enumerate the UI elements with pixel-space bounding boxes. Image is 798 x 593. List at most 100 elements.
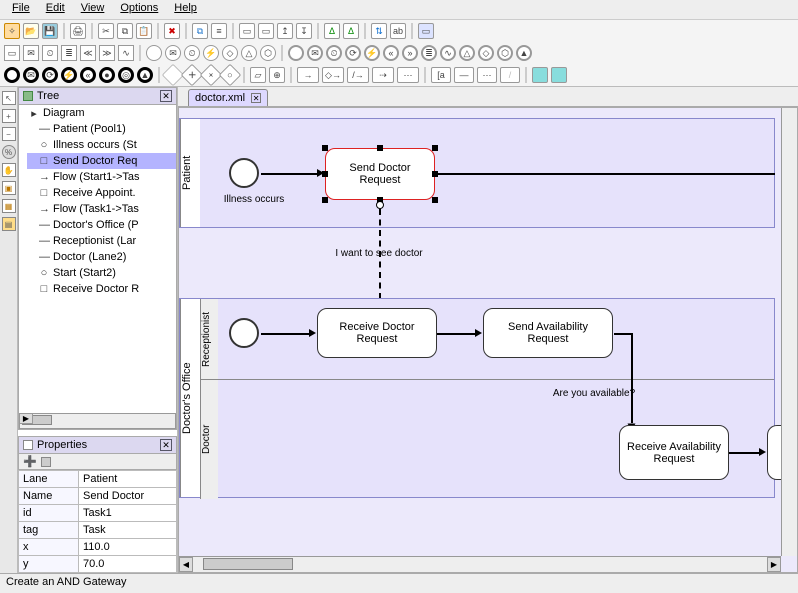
shape-ff-icon[interactable]: ≫ xyxy=(99,45,115,61)
fit-icon[interactable]: ▣ xyxy=(2,181,16,195)
resize-handle[interactable] xyxy=(377,145,383,151)
end-sig-icon[interactable]: ⟳ xyxy=(42,67,58,83)
close-icon[interactable]: ✕ xyxy=(160,439,172,451)
tree-root[interactable]: ▸Diagram xyxy=(27,105,176,121)
def-flow-icon[interactable]: /→ xyxy=(347,67,369,83)
sequence-flow[interactable] xyxy=(437,333,475,335)
pointer-icon[interactable]: ↖ xyxy=(2,91,16,105)
tree-item[interactable]: ○Illness occurs (St xyxy=(27,137,176,153)
mid-rew-icon[interactable]: « xyxy=(383,45,399,61)
cond-event-icon[interactable]: ◇ xyxy=(222,45,238,61)
hand-icon[interactable]: ✋ xyxy=(2,163,16,177)
msg-event-icon[interactable]: ✉ xyxy=(165,45,181,61)
mid-cond-icon[interactable]: ≣ xyxy=(421,45,437,61)
mid-event-icon[interactable] xyxy=(288,45,304,61)
canvas-scrollbar-h[interactable]: ◀ ▶ xyxy=(179,556,781,572)
msg-flow-icon[interactable]: ⇢ xyxy=(372,67,394,83)
start-event[interactable] xyxy=(229,318,259,348)
end-event-icon[interactable] xyxy=(4,67,20,83)
mid-hex-icon[interactable]: ⬡ xyxy=(497,45,513,61)
line1-icon[interactable]: — xyxy=(454,67,474,83)
mid-timer-icon[interactable]: ⏲ xyxy=(326,45,342,61)
diagram-canvas[interactable]: Patient Illness occurs Send Doctor Reque… xyxy=(178,107,798,573)
back-icon[interactable]: ↧ xyxy=(296,23,312,39)
tab-doctor[interactable]: doctor.xml ✕ xyxy=(188,89,268,106)
tree-scrollbar[interactable]: ◀ ▶ xyxy=(19,413,176,429)
mid-wave-icon[interactable]: ∿ xyxy=(440,45,456,61)
front-icon[interactable]: ↥ xyxy=(277,23,293,39)
sequence-flow[interactable] xyxy=(261,173,317,175)
menu-view[interactable]: View xyxy=(73,0,113,19)
scroll-right-icon[interactable]: ▶ xyxy=(19,413,33,424)
end-term2-icon[interactable]: ◎ xyxy=(118,67,134,83)
sheet-icon[interactable]: ▤ xyxy=(2,217,16,231)
new-icon[interactable]: ✧ xyxy=(4,23,20,39)
group-icon[interactable]: ▭ xyxy=(239,23,255,39)
shape-msg-icon[interactable]: ✉ xyxy=(23,45,39,61)
flow-icon[interactable]: → xyxy=(297,67,319,83)
end-msg-icon[interactable]: ✉ xyxy=(23,67,39,83)
shape-clock-icon[interactable]: ⏲ xyxy=(42,45,58,61)
mid-err-icon[interactable]: ⚡ xyxy=(364,45,380,61)
align-icon[interactable]: ≡ xyxy=(211,23,227,39)
timer-event-icon[interactable]: ⏲ xyxy=(184,45,200,61)
ungroup-icon[interactable]: ▭ xyxy=(258,23,274,39)
gateway-o-icon[interactable]: ○ xyxy=(219,64,242,87)
shape-rew-icon[interactable]: ≪ xyxy=(80,45,96,61)
menu-help[interactable]: Help xyxy=(166,0,205,19)
tree-item[interactable]: □Receive Doctor R xyxy=(27,281,176,297)
task-send-availability[interactable]: Send Availability Request xyxy=(483,308,613,358)
close-icon[interactable]: ✕ xyxy=(251,93,261,103)
assoc-icon[interactable]: ⋯ xyxy=(397,67,419,83)
sheet-icon[interactable] xyxy=(41,457,51,467)
percent-icon[interactable]: % xyxy=(2,145,16,159)
end-tri-icon[interactable]: ▲ xyxy=(137,67,153,83)
data-icon[interactable]: ▱ xyxy=(250,67,266,83)
shape-wave-icon[interactable]: ∿ xyxy=(118,45,134,61)
task-receive-doctor[interactable]: Receive Doctor Request xyxy=(317,308,437,358)
window-icon[interactable]: ▭ xyxy=(418,23,434,39)
pool-h-icon[interactable] xyxy=(551,67,567,83)
menu-edit[interactable]: Edit xyxy=(38,0,73,19)
zoom-in-icon[interactable]: + xyxy=(2,109,16,123)
resize-handle[interactable] xyxy=(432,145,438,151)
text-icon[interactable]: ab xyxy=(390,23,406,39)
end-term-icon[interactable]: ● xyxy=(99,67,115,83)
cut-icon[interactable]: ✂ xyxy=(98,23,114,39)
tree-item[interactable]: →Flow (Task1->Tas xyxy=(27,201,176,217)
tree-item[interactable]: →Flow (Start1->Tas xyxy=(27,169,176,185)
zoom-out-icon[interactable]: − xyxy=(2,127,16,141)
resize-handle[interactable] xyxy=(322,197,328,203)
tri-event-icon[interactable]: △ xyxy=(241,45,257,61)
clone-icon[interactable]: ⧉ xyxy=(192,23,208,39)
resize-handle[interactable] xyxy=(322,145,328,151)
menu-file[interactable]: File xyxy=(4,0,38,19)
sequence-flow[interactable] xyxy=(261,333,309,335)
tree-list[interactable]: ▸Diagram —Patient (Pool1) ○Illness occur… xyxy=(19,105,176,297)
tree-item[interactable]: —Doctor (Lane2) xyxy=(27,249,176,265)
tree-item[interactable]: —Receptionist (Lar xyxy=(27,233,176,249)
print-icon[interactable]: 🖨 xyxy=(70,23,86,39)
copy-icon[interactable]: ⧉ xyxy=(117,23,133,39)
validate-icon[interactable]: Δ xyxy=(324,23,340,39)
canvas-scrollbar-v[interactable] xyxy=(781,108,797,556)
tree-item[interactable]: □Receive Appoint. xyxy=(27,185,176,201)
sequence-flow[interactable] xyxy=(631,333,633,423)
line2-icon[interactable]: ⋯ xyxy=(477,67,497,83)
tree-item[interactable]: ○Start (Start2) xyxy=(27,265,176,281)
tree-item[interactable]: —Patient (Pool1) xyxy=(27,121,176,137)
mid-sig-icon[interactable]: ⟳ xyxy=(345,45,361,61)
text-anno-icon[interactable]: [a xyxy=(431,67,451,83)
shape-rect-icon[interactable]: ▭ xyxy=(4,45,20,61)
link-event-icon[interactable]: ⬡ xyxy=(260,45,276,61)
shape-bars-icon[interactable]: ≣ xyxy=(61,45,77,61)
sequence-flow[interactable] xyxy=(729,452,759,454)
scroll-right-icon[interactable]: ▶ xyxy=(767,557,781,572)
validate2-icon[interactable]: Δ xyxy=(343,23,359,39)
close-icon[interactable]: ✕ xyxy=(160,90,172,102)
start-event[interactable] xyxy=(229,158,259,188)
error-event-icon[interactable]: ⚡ xyxy=(203,45,219,61)
anno-icon[interactable]: ⊕ xyxy=(269,67,285,83)
pool-v-icon[interactable] xyxy=(532,67,548,83)
grid-toggle-icon[interactable]: ▦ xyxy=(2,199,16,213)
